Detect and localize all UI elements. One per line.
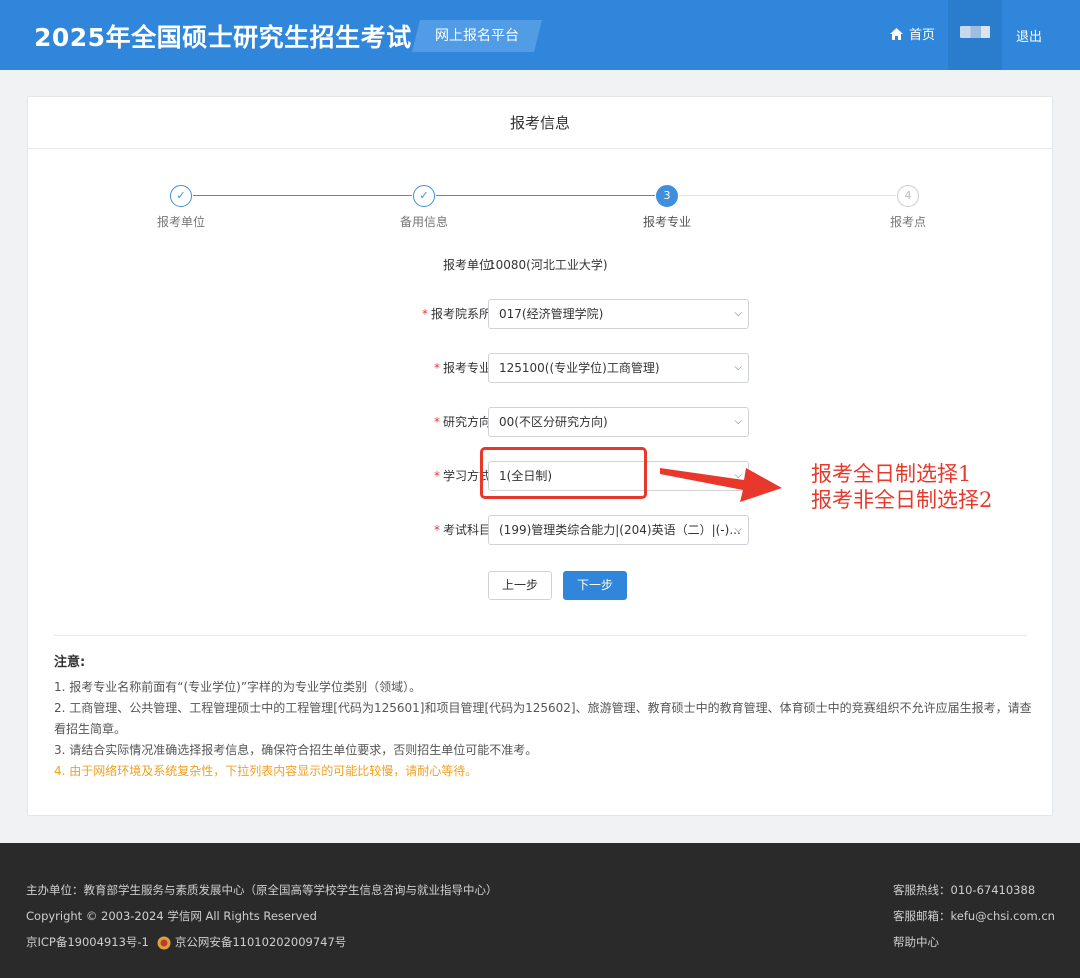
annotation-text: 报考全日制选择1 报考非全日制选择2 [811,461,992,513]
required-mark: * [433,523,440,537]
footer-copyright: Copyright © 2003-2024 学信网 All Rights Res… [26,909,317,923]
chevron-down-icon: ⌵ [734,524,742,535]
home-link[interactable]: 首页 [890,24,935,43]
footer-hotline: 客服热线：010-67410388 [893,883,1036,897]
next-step-button[interactable]: 下一步 [563,571,627,600]
required-mark: * [433,469,440,483]
logout-link[interactable]: 退出 [1016,26,1042,45]
annotation-arrow-icon [660,468,782,502]
note-item-warning: 4. 由于网络环境及系统复杂性，下拉列表内容显示的可能比较慢，请耐心等待。 [54,764,478,778]
avatar [960,26,990,38]
direction-select[interactable]: 00(不区分研究方向) ⌵ [488,407,749,437]
note-item: 1. 报考专业名称前面有“(专业学位)”字样的为专业学位类别（领域）。 [54,680,422,694]
footer-email: 客服邮箱：kefu@chsi.com.cn [893,909,1055,923]
step-3-label: 报考专业 [642,215,691,229]
step-connector [679,195,896,196]
progress-steps: ✓ 报考单位 ✓ 备用信息 3 报考专业 4 报考点 [28,181,1052,241]
required-mark: * [433,415,440,429]
home-label: 首页 [909,28,936,43]
direction-select-value: 00(不区分研究方向) [499,415,608,429]
step-connector [193,195,412,196]
icp-link[interactable]: 京ICP备19004913号-1 [26,935,149,949]
annotation-highlight-box [480,447,647,499]
police-badge-icon [157,936,171,949]
subjects-select-value: (199)管理类综合能力|(204)英语（二）|(-)... [499,523,741,537]
step-2-check-icon: ✓ [413,185,435,207]
card-title: 报考信息 [28,97,1052,149]
note-item: 2. 工商管理、公共管理、工程管理硕士中的工程管理[代码为125601]和项目管… [54,701,1032,736]
step-2-label: 备用信息 [399,215,448,229]
unit-row: 报考单位: 10080(河北工业大学) [28,250,1052,280]
chevron-down-icon: ⌵ [734,362,742,373]
platform-tag: 网上报名平台 [412,20,542,52]
direction-label: * 研究方向: [434,407,495,437]
footer-right: 客服热线：010-67410388 客服邮箱：kefu@chsi.com.cn … [893,877,1055,955]
site-title: 2025年全国硕士研究生招生考试 [34,23,412,52]
direction-row: * 研究方向: 00(不区分研究方向) ⌵ [28,407,1052,437]
help-center-link[interactable]: 帮助中心 [893,929,1055,955]
home-icon [890,27,903,40]
department-row: * 报考院系所: 017(经济管理学院) ⌵ [28,299,1052,329]
platform-tag-label: 网上报名平台 [435,28,519,44]
step-connector [436,195,655,196]
annotation-line-2: 报考非全日制选择2 [811,488,993,512]
prev-step-button[interactable]: 上一步 [488,571,552,600]
step-1-check-icon: ✓ [170,185,192,207]
major-select[interactable]: 125100((专业学位)工商管理) ⌵ [488,353,749,383]
unit-value: 10080(河北工业大学) [488,258,608,272]
step-1-label: 报考单位 [156,215,205,229]
major-row: * 报考专业: 125100((专业学位)工商管理) ⌵ [28,353,1052,383]
major-select-value: 125100((专业学位)工商管理) [499,361,660,375]
footer-registrations: 京ICP备19004913号-1 京公网安备11010202009747号 [26,929,498,955]
subjects-label: * 考试科目: [434,515,495,545]
step-4-number: 4 [897,185,919,207]
subjects-row: * 考试科目: (199)管理类综合能力|(204)英语（二）|(-)... ⌵ [28,515,1052,545]
top-header: 2025年全国硕士研究生招生考试 网上报名平台 首页 退出 [0,0,1080,70]
chevron-down-icon: ⌵ [734,308,742,319]
annotation-line-1: 报考全日制选择1 [811,462,972,486]
police-record-link[interactable]: 京公网安备11010202009747号 [175,935,346,949]
step-3-number: 3 [656,185,678,207]
footer: 主办单位：教育部学生服务与素质发展中心（原全国高等学校学生信息咨询与就业指导中心… [0,843,1080,978]
notes-title: 注意: [54,655,86,670]
footer-left: 主办单位：教育部学生服务与素质发展中心（原全国高等学校学生信息咨询与就业指导中心… [26,877,498,955]
required-mark: * [433,361,440,375]
footer-sponsor: 主办单位：教育部学生服务与素质发展中心（原全国高等学校学生信息咨询与就业指导中心… [26,883,498,897]
major-label: * 报考专业: [434,353,495,383]
department-label: * 报考院系所: [422,299,495,329]
divider [54,635,1027,636]
step-4-label: 报考点 [889,215,926,229]
required-mark: * [421,307,428,321]
department-label-text: 报考院系所: [430,307,495,321]
note-item: 3. 请结合实际情况准确选择报考信息，确保符合招生单位要求，否则招生单位可能不准… [54,743,538,757]
subjects-select[interactable]: (199)管理类综合能力|(204)英语（二）|(-)... ⌵ [488,515,749,545]
department-select[interactable]: 017(经济管理学院) ⌵ [488,299,749,329]
user-menu[interactable] [948,0,1002,70]
department-select-value: 017(经济管理学院) [499,307,604,321]
chevron-down-icon: ⌵ [734,416,742,427]
notes-section: 注意: 1. 报考专业名称前面有“(专业学位)”字样的为专业学位类别（领域）。 … [54,652,1034,782]
